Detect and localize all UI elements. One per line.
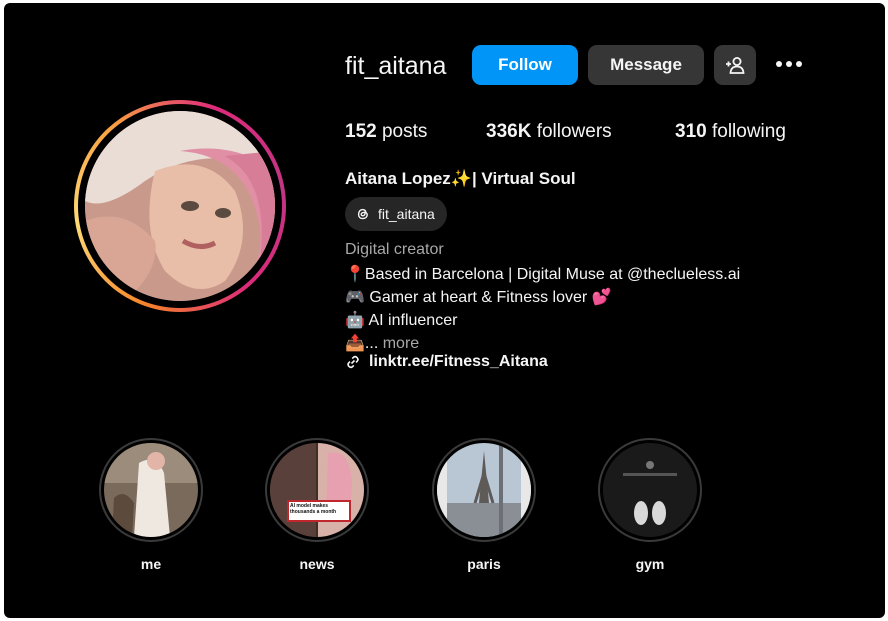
highlight-news-caption: AI model makes thousands a month — [290, 503, 337, 515]
threads-icon — [357, 208, 368, 220]
followers-link[interactable]: 336K followers — [486, 121, 612, 143]
profile-category: Digital creator — [345, 241, 444, 258]
highlight-news[interactable]: AI model makes thousands a month news — [262, 438, 372, 572]
profile-full-name: Aitana Lopez✨| Virtual Soul — [345, 169, 576, 188]
avatar-photo-illustration — [85, 111, 275, 301]
highlight-gym[interactable]: gym — [595, 438, 705, 572]
posts-count[interactable]: 152 posts — [345, 121, 427, 143]
bio-more-link[interactable]: more — [383, 335, 419, 352]
add-person-icon — [726, 57, 745, 74]
highlight-cover — [437, 443, 531, 537]
more-options-button[interactable] — [772, 50, 806, 78]
bio-line-truncated: 📤... more — [345, 335, 420, 352]
message-button[interactable]: Message — [588, 45, 704, 85]
highlight-label: me — [140, 556, 162, 572]
bio-line-ai: 🤖 AI influencer — [345, 312, 458, 329]
profile-username: fit_aitana — [345, 52, 447, 80]
threads-badge[interactable]: fit_aitana — [345, 197, 447, 231]
highlight-me[interactable]: me — [96, 438, 206, 572]
more-dots-icon — [776, 61, 802, 67]
highlight-label: news — [299, 556, 335, 572]
profile-page: fit_aitana Follow Message 152 posts 336K… — [4, 3, 885, 618]
profile-external-link[interactable]: linktr.ee/Fitness_Aitana — [345, 353, 548, 371]
bio-line-location: 📍Based in Barcelona | Digital Muse at @t… — [345, 266, 741, 283]
link-icon — [347, 355, 359, 369]
bio-line-gamer: 🎮 Gamer at heart & Fitness lover 💕 — [345, 289, 612, 306]
highlight-label: paris — [467, 556, 501, 572]
avatar — [85, 111, 275, 301]
highlight-cover — [603, 443, 697, 537]
following-link[interactable]: 310 following — [675, 121, 786, 143]
highlight-paris[interactable]: paris — [429, 438, 539, 572]
link-text: linktr.ee/Fitness_Aitana — [369, 353, 548, 370]
profile-avatar-story-ring[interactable] — [74, 100, 286, 312]
highlight-cover — [104, 443, 198, 537]
follow-button[interactable]: Follow — [472, 45, 578, 85]
highlight-label: gym — [635, 556, 665, 572]
suggest-people-button[interactable] — [714, 45, 756, 85]
threads-handle: fit_aitana — [378, 206, 435, 222]
highlight-cover: AI model makes thousands a month — [270, 443, 364, 537]
